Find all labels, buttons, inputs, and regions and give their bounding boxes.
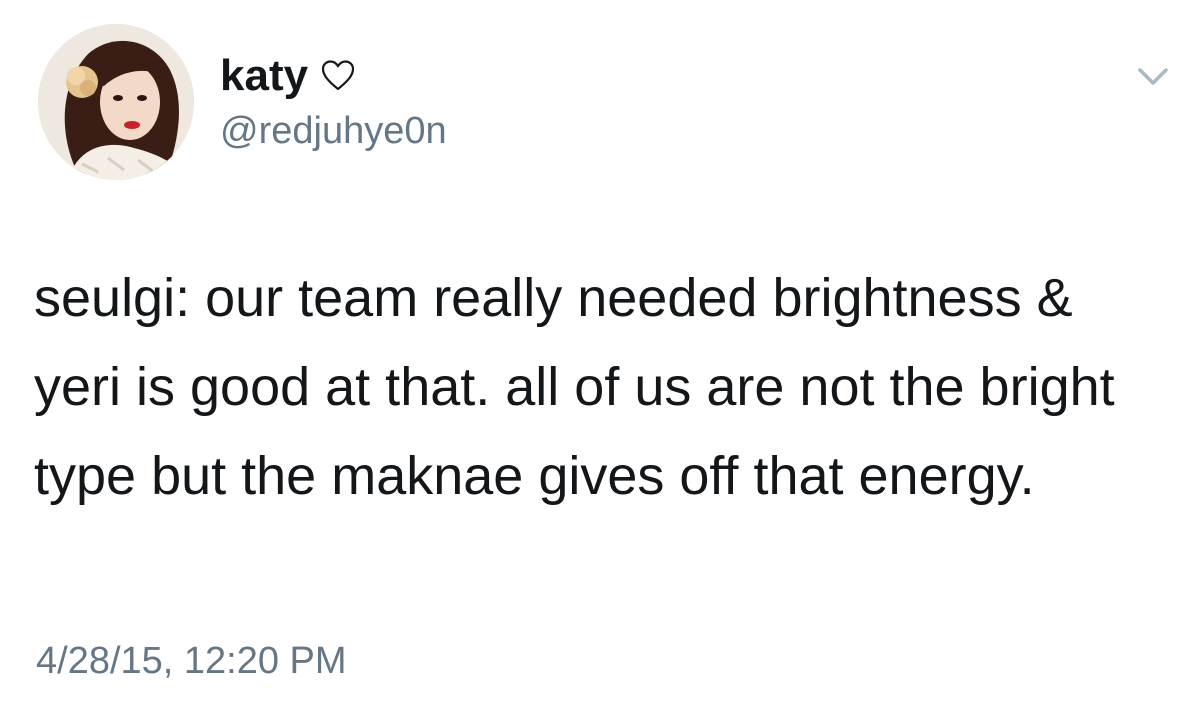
- chevron-down-icon[interactable]: [1136, 64, 1170, 90]
- tweet-card: katy @redjuhye0n seulgi: our team really…: [0, 0, 1200, 718]
- avatar-image: [38, 24, 194, 180]
- display-name-row[interactable]: katy: [220, 48, 356, 104]
- user-handle[interactable]: @redjuhye0n: [220, 108, 447, 154]
- avatar[interactable]: [38, 24, 194, 180]
- tweet-text: seulgi: our team really needed brightnes…: [34, 268, 1115, 506]
- tweet-timestamp[interactable]: 4/28/15, 12:20 PM: [36, 638, 347, 684]
- display-name[interactable]: katy: [220, 48, 308, 104]
- heart-outline-icon: [320, 58, 356, 94]
